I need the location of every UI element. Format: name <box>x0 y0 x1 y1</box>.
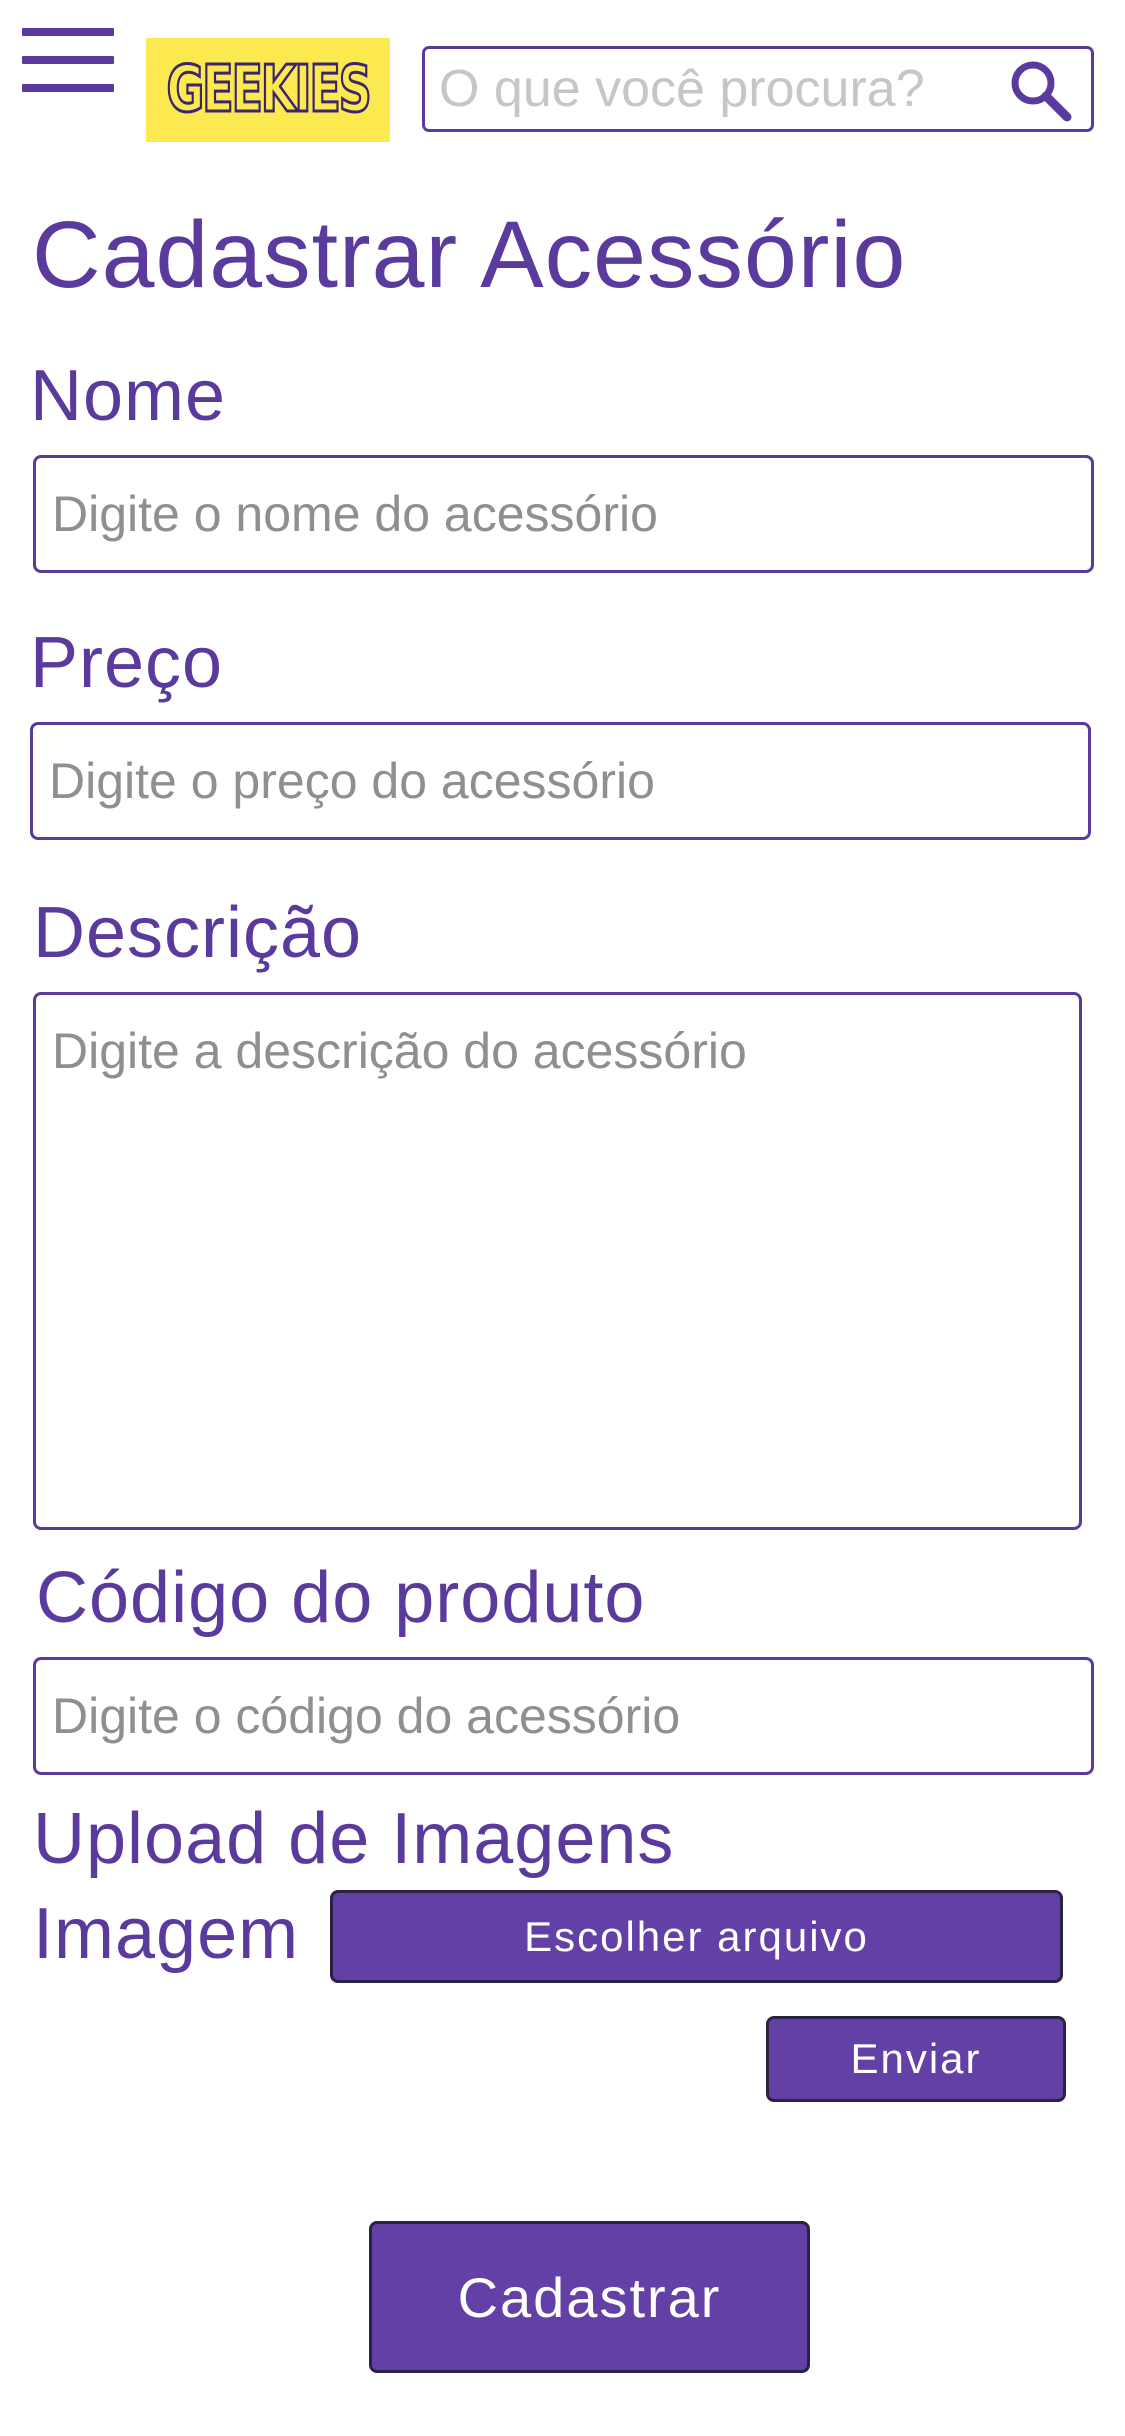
preco-label: Preço <box>30 623 224 703</box>
preco-input[interactable] <box>30 722 1091 840</box>
upload-section-label: Upload de Imagens <box>33 1799 675 1879</box>
send-button[interactable]: Enviar <box>766 2016 1066 2102</box>
nome-label: Nome <box>30 356 227 436</box>
page-title: Cadastrar Acessório <box>32 202 907 308</box>
logo-text: GEEKIES <box>165 53 372 127</box>
descricao-label: Descrição <box>33 893 363 973</box>
descricao-textarea[interactable] <box>33 992 1082 1530</box>
search-input[interactable] <box>439 49 999 129</box>
search-bar <box>422 46 1094 132</box>
nome-input[interactable] <box>33 455 1094 573</box>
submit-button[interactable]: Cadastrar <box>369 2221 810 2373</box>
image-label: Imagem <box>33 1894 300 1974</box>
hamburger-menu-icon[interactable] <box>22 28 114 92</box>
logo[interactable]: GEEKIES <box>146 38 390 142</box>
choose-file-button[interactable]: Escolher arquivo <box>330 1890 1063 1983</box>
search-icon[interactable] <box>1007 57 1073 123</box>
codigo-input[interactable] <box>33 1657 1094 1775</box>
codigo-label: Código do produto <box>36 1558 646 1638</box>
